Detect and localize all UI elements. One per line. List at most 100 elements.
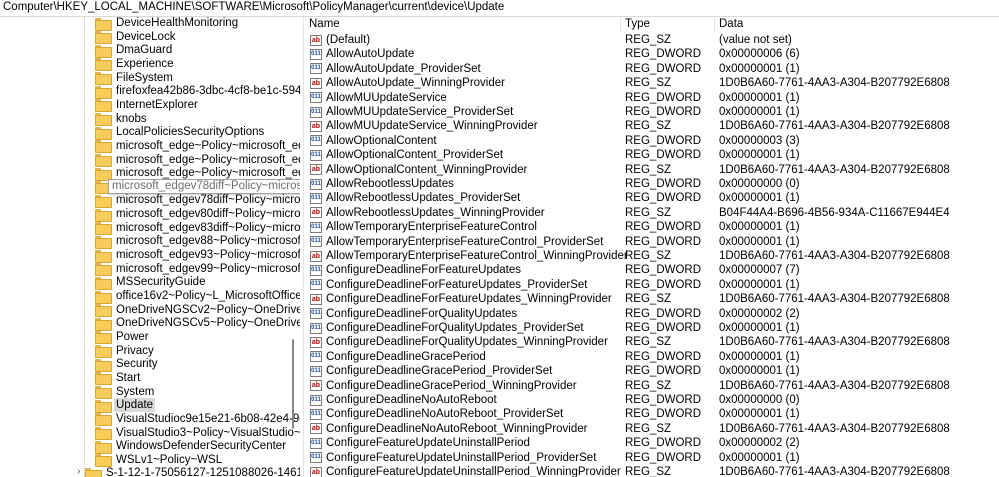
table-row[interactable]: 011 ConfigureDeadlineGracePeriod_Provider… <box>304 364 999 378</box>
value-name-label: ConfigureFeatureUpdateUninstallPeriod_Pr… <box>326 451 597 464</box>
tree-item[interactable]: office16v2~Policy~L_MicrosoftOfficemach <box>95 289 300 304</box>
values-list[interactable]: Name Type Data ab (Default) REG_SZ (value n… <box>303 17 999 477</box>
table-row[interactable]: 011 AllowAutoUpdate_ProviderSet REG_DWORD 0… <box>304 62 999 76</box>
tree-item-label: knobs <box>116 112 147 125</box>
tree-item[interactable]: VisualStudio3~Policy~VisualStudio~Instal <box>95 426 300 440</box>
tree-item[interactable]: microsoft_edgev99~Policy~microsoft_edge <box>95 262 300 277</box>
table-row[interactable]: 011 AllowRebootlessUpdates REG_DWORD 0x0000… <box>304 177 999 191</box>
table-row[interactable]: ab ConfigureDeadlineGracePeriod_WinningPr… <box>304 379 999 393</box>
tree-item[interactable]: DmaGuard <box>95 43 174 58</box>
folder-icon <box>95 31 112 45</box>
table-row[interactable]: ab AllowMUUpdateService_WinningProvider RE… <box>304 119 999 133</box>
tree-item[interactable]: VisualStudioc9e15e21-6b08-42e4-9de3-b05 <box>95 412 300 427</box>
tree-item-label: WSLv1~Policy~WSL <box>116 453 223 466</box>
value-data: 0x00000007 (7) <box>719 264 800 277</box>
tree-item[interactable]: WSLv1~Policy~WSL <box>95 453 224 468</box>
folder-icon <box>95 72 112 86</box>
table-row[interactable]: 011 AllowTemporaryEnterpriseFeatureContro… <box>304 235 999 249</box>
binary-icon: 011 <box>310 149 322 161</box>
table-row[interactable]: 011 AllowMUUpdateService_ProviderSet REG_D… <box>304 105 999 119</box>
table-row[interactable]: 011 AllowRebootlessUpdates_ProviderSet REG… <box>304 191 999 205</box>
registry-tree[interactable]: DeviceHealthMonitoring DeviceLock DmaGuard… <box>0 17 300 477</box>
value-data: 0x00000000 (0) <box>719 178 800 190</box>
table-row[interactable]: ab ConfigureDeadlineForQualityUpdates_Win… <box>304 335 999 349</box>
address-bar[interactable]: Computer\HKEY_LOCAL_MACHINE\SOFTWARE\Mic… <box>0 0 999 17</box>
table-row[interactable]: ab (Default) REG_SZ (value not set) <box>304 33 999 47</box>
value-name-label: AllowMUUpdateService <box>326 91 447 104</box>
tree-item-label: Start <box>116 371 141 384</box>
table-row[interactable]: ab AllowOptionalContent_WinningProvider RE… <box>304 163 999 177</box>
folder-icon <box>95 427 112 440</box>
table-row[interactable]: 011 ConfigureDeadlineForQualityUpdates_Pr… <box>304 321 999 335</box>
binary-icon: 011 <box>310 48 322 60</box>
value-type: REG_SZ <box>625 206 672 219</box>
table-row[interactable]: 011 AllowTemporaryEnterpriseFeatureContro… <box>304 220 999 234</box>
folder-icon <box>95 194 112 208</box>
tree-item[interactable]: LocalPoliciesSecurityOptions <box>95 125 266 140</box>
tree-item-label: VisualStudio3~Policy~VisualStudio~Instal <box>116 426 300 439</box>
tree-item[interactable]: microsoft_edge~Policy~microsoft_edge <box>95 139 300 154</box>
tree-item[interactable]: OneDriveNGSCv5~Policy~OneDriveNGSC <box>95 316 300 331</box>
value-data: 1D0B6A60-7761-4AA3-A304-B207792E6808 <box>719 293 950 306</box>
table-row[interactable]: 011 AllowMUUpdateService REG_DWORD 0x000000… <box>304 91 999 105</box>
table-row[interactable]: ab AllowTemporaryEnterpriseFeatureControl… <box>304 249 999 263</box>
table-row[interactable]: 011 AllowAutoUpdate REG_DWORD 0x00000006 (6… <box>304 47 999 61</box>
tree-item[interactable]: MSSecurityGuide <box>95 275 207 290</box>
value-type: REG_DWORD <box>625 48 702 61</box>
tree-item[interactable]: microsoft_edgev80diff~Policy~microsoft_e <box>95 207 300 222</box>
value-name-label: AllowRebootlessUpdates <box>326 178 454 190</box>
tree-item[interactable]: Update <box>95 398 156 413</box>
column-header-type[interactable]: Type <box>620 17 650 32</box>
binary-icon: 011 <box>310 106 322 118</box>
tree-item[interactable]: Security <box>95 357 160 372</box>
table-row[interactable]: 011 ConfigureDeadlineForFeatureUpdates REG… <box>304 263 999 277</box>
tree-item[interactable]: InternetExplorer <box>95 98 200 113</box>
ab-icon: ab <box>310 207 322 219</box>
tree-item[interactable]: microsoft_edgev83diff~Policy~microsoft_e <box>95 221 300 236</box>
folder-icon <box>95 331 112 345</box>
tree-item[interactable]: DeviceHealthMonitoring <box>95 17 240 31</box>
table-row[interactable]: ab ConfigureDeadlineForFeatureUpdates_Win… <box>304 292 999 306</box>
table-row[interactable]: 011 ConfigureDeadlineNoAutoReboot REG_DWOR… <box>304 393 999 407</box>
tree-item[interactable]: S-1-12-1-75056127-1251088026-1461946285-… <box>85 466 300 477</box>
table-row[interactable]: ab ConfigureDeadlineNoAutoReboot_WinningP… <box>304 422 999 436</box>
table-row[interactable]: ab ConfigureFeatureUpdateUninstallPeriod_… <box>304 465 999 477</box>
value-name: ab ConfigureDeadlineForQualityUpdates_Win… <box>310 335 608 349</box>
tree-item-label: microsoft_edgev83diff~Policy~microsoft_e <box>116 221 300 234</box>
table-row[interactable]: 011 ConfigureDeadlineForQualityUpdates REG… <box>304 307 999 321</box>
tree-item[interactable]: microsoft_edge~Policy~microsoft_edge~E <box>95 153 300 167</box>
table-row[interactable]: 011 ConfigureFeatureUpdateUninstallPeriod… <box>304 451 999 465</box>
tree-item[interactable]: OneDriveNGSCv2~Policy~OneDriveNGSC <box>95 303 300 318</box>
value-name-label: AllowTemporaryEnterpriseFeatureControl_W… <box>326 250 628 262</box>
column-header-data[interactable]: Data <box>714 17 743 32</box>
tree-item[interactable]: Privacy <box>95 344 156 359</box>
tree-item[interactable]: Power <box>95 330 151 345</box>
table-row[interactable]: 011 AllowOptionalContent REG_DWORD 0x000000… <box>304 134 999 148</box>
ab-icon: ab <box>310 250 322 262</box>
table-row[interactable]: 011 ConfigureDeadlineGracePeriod REG_DWORD… <box>304 350 999 364</box>
tree-item[interactable]: microsoft_edgev88~Policy~microsoft_edge <box>95 234 300 249</box>
tree-item[interactable]: DeviceLock <box>95 30 177 45</box>
table-row[interactable]: 011 ConfigureDeadlineNoAutoReboot_Provide… <box>304 407 999 421</box>
value-data: 0x00000003 (3) <box>719 134 800 147</box>
tree-item[interactable]: Start <box>95 371 142 386</box>
table-row[interactable]: 011 ConfigureDeadlineForFeatureUpdates_Pr… <box>304 278 999 292</box>
tree-item[interactable]: microsoft_edgev93~Policy~microsoft_edge <box>95 248 300 263</box>
column-header-name[interactable]: Name <box>304 17 340 32</box>
tree-item[interactable]: System <box>95 385 156 400</box>
value-type: REG_SZ <box>625 422 672 435</box>
tree-scrollbar[interactable] <box>292 339 294 429</box>
value-data: 1D0B6A60-7761-4AA3-A304-B207792E6808 <box>719 163 950 176</box>
value-name-label: ConfigureDeadlineNoAutoReboot <box>326 394 497 406</box>
tree-item[interactable]: microsoft_edgev78diff~Policy~microsoft_e <box>95 193 300 208</box>
tree-item[interactable]: Experience <box>95 57 176 72</box>
chevron-right-icon[interactable]: › <box>77 467 85 477</box>
tree-item[interactable]: WindowsDefenderSecurityCenter <box>95 439 288 454</box>
table-row[interactable]: 011 AllowOptionalContent_ProviderSet REG_D… <box>304 148 999 162</box>
table-row[interactable]: ab AllowAutoUpdate_WinningProvider REG_SZ 1… <box>304 76 999 90</box>
tree-item[interactable]: firefoxfea42b86-3dbc-4cf8-be1c-5940aea1a <box>95 84 300 99</box>
tree-item[interactable]: FileSystem <box>95 71 175 86</box>
table-row[interactable]: ab AllowRebootlessUpdates_WinningProvider… <box>304 206 999 220</box>
table-row[interactable]: 011 ConfigureFeatureUpdateUninstallPeriod… <box>304 436 999 450</box>
tree-item[interactable]: knobs <box>95 112 149 127</box>
